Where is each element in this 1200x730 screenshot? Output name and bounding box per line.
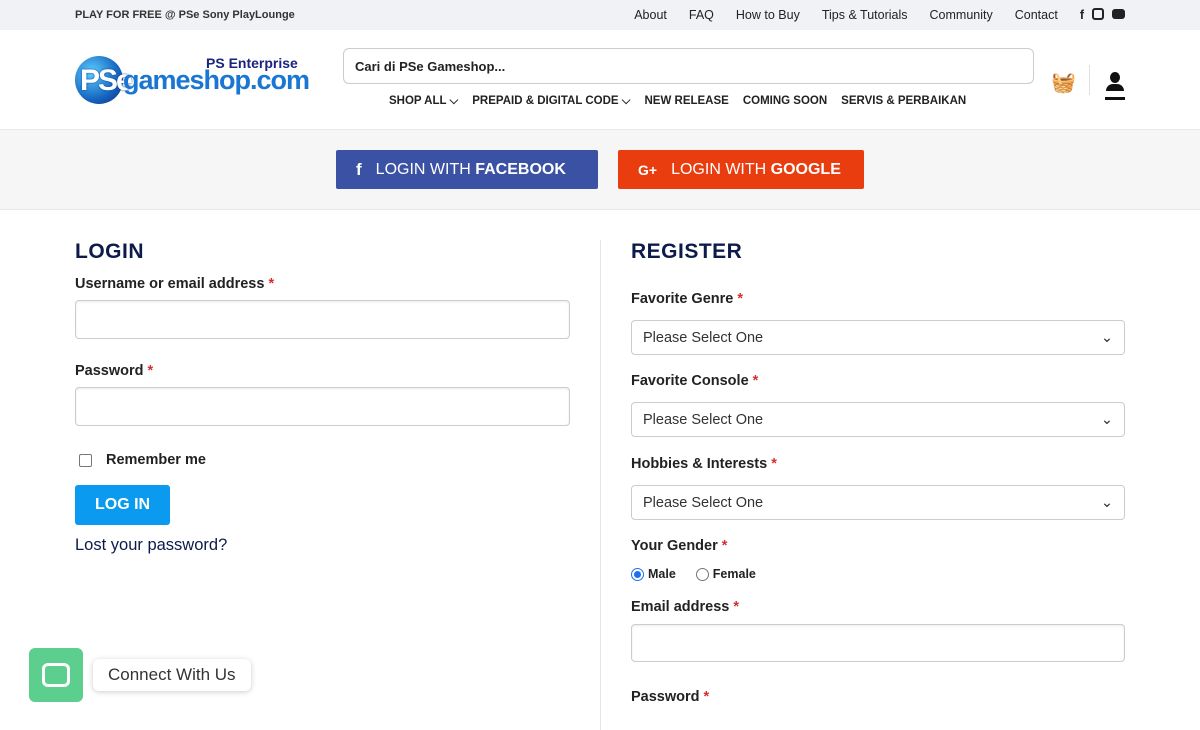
console-label: Favorite Console * [631,373,759,389]
chat-icon [42,663,70,687]
main-nav: SHOP ALL ⌵ PREPAID & DIGITAL CODE ⌵ NEW … [389,95,966,108]
register-form: REGISTER Favorite Genre * Please Select … [631,240,1125,705]
search-input[interactable]: Cari di PSe Gameshop... [343,48,1034,84]
top-link-how-to-buy[interactable]: How to Buy [736,8,800,22]
top-link-community[interactable]: Community [930,8,993,22]
login-form: LOGIN Username or email address * Passwo… [75,240,570,555]
remember-checkbox[interactable] [79,453,92,467]
top-link-faq[interactable]: FAQ [689,8,714,22]
login-facebook-button[interactable]: f LOGIN WITH FACEBOOK [336,150,598,189]
instagram-icon[interactable] [1092,8,1104,20]
console-select[interactable]: Please Select One ⌄ [631,402,1125,437]
chevron-down-icon: ⌄ [1100,494,1113,511]
lost-password-link[interactable]: Lost your password? [75,536,227,554]
hobbies-label: Hobbies & Interests * [631,456,777,472]
login-title: LOGIN [75,240,144,263]
youtube-icon[interactable] [1112,9,1125,19]
nav-shop-all[interactable]: SHOP ALL ⌵ [389,95,458,108]
username-label: Username or email address * [75,276,275,292]
email-label: Email address * [631,599,740,616]
site-logo[interactable]: PSe gameshop.com PS Enterprise [75,55,310,110]
chevron-down-icon: ⌄ [1100,329,1113,346]
facebook-icon: f [356,159,362,179]
register-password-label: Password * [631,689,710,706]
promo-text: PLAY FOR FREE @ PSe Sony PlayLounge [75,9,295,21]
register-title: REGISTER [631,240,743,263]
top-link-about[interactable]: About [634,8,667,22]
password-label: Password * [75,363,154,379]
facebook-icon[interactable]: f [1080,8,1084,22]
logo-tagline: PS Enterprise [206,55,298,71]
google-plus-icon: G+ [638,161,658,178]
chat-widget-label[interactable]: Connect With Us [93,659,251,691]
divider [1089,65,1090,95]
password-field[interactable] [75,387,570,426]
top-nav: About FAQ How to Buy Tips & Tutorials Co… [634,8,1125,22]
username-field[interactable] [75,300,570,339]
login-button[interactable]: LOG IN [75,485,171,525]
column-divider [600,240,601,730]
chevron-down-icon: ⌄ [1100,411,1113,428]
genre-select[interactable]: Please Select One ⌄ [631,320,1125,355]
top-link-tips[interactable]: Tips & Tutorials [822,8,908,22]
account-user-icon[interactable] [1104,72,1126,102]
nav-servis[interactable]: SERVIS & PERBAIKAN [841,95,966,108]
top-bar: PLAY FOR FREE @ PSe Sony PlayLounge Abou… [0,0,1200,30]
gender-male-radio[interactable]: Male [631,567,676,582]
cart-basket-icon[interactable]: 🧺 [1051,70,1076,95]
nav-prepaid-digital[interactable]: PREPAID & DIGITAL CODE ⌵ [472,95,630,108]
gender-label: Your Gender * [631,538,728,554]
login-google-button[interactable]: G+ LOGIN WITH GOOGLE [618,150,864,189]
remember-me[interactable]: Remember me [75,452,570,468]
email-field[interactable] [631,624,1125,663]
site-header: PSe gameshop.com PS Enterprise Cari di P… [0,30,1200,130]
genre-label: Favorite Genre * [631,291,744,307]
chat-widget-button[interactable] [29,648,83,702]
gender-female-radio[interactable]: Female [695,567,756,582]
top-link-contact[interactable]: Contact [1015,8,1058,22]
hobbies-select[interactable]: Please Select One ⌄ [631,485,1125,520]
nav-new-release[interactable]: NEW RELEASE [644,95,728,108]
social-login-bar: f LOGIN WITH FACEBOOK G+ LOGIN WITH GOOG… [0,130,1200,210]
nav-coming-soon[interactable]: COMING SOON [743,95,827,108]
